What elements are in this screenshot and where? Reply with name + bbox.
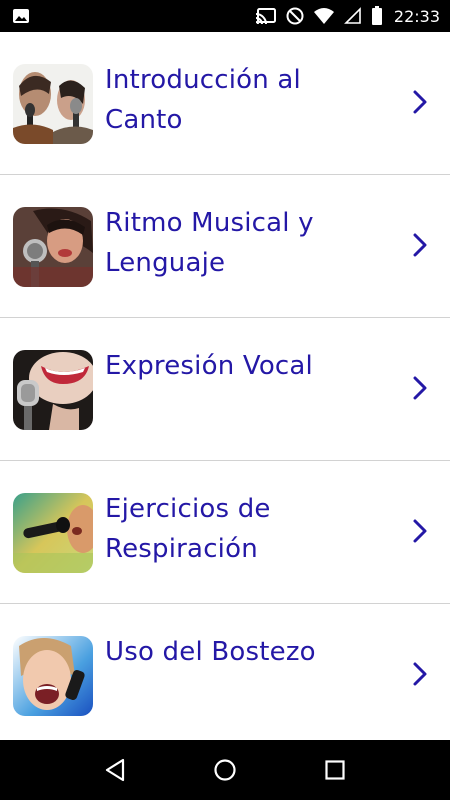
image-icon: [12, 7, 30, 25]
lesson-title: Introducción al Canto: [105, 65, 301, 135]
singers-microphone-thumbnail: [13, 64, 93, 144]
clock: 22:33: [393, 6, 440, 26]
no-signal-icon: [343, 7, 362, 25]
chevron-right-icon[interactable]: [408, 230, 432, 260]
woman-singer-thumbnail: [13, 207, 93, 287]
lesson-item-introduccion[interactable]: Introducción al Canto: [0, 32, 450, 175]
lesson-item-bostezo[interactable]: Uso del Bostezo: [0, 604, 450, 740]
back-icon[interactable]: [95, 750, 135, 790]
lesson-item-ritmo[interactable]: Ritmo Musical y Lenguaje: [0, 175, 450, 318]
lesson-title: Ritmo Musical y Lenguaje: [105, 208, 314, 278]
wifi-icon: [313, 7, 335, 25]
lesson-title: Expresión Vocal: [105, 351, 313, 381]
cast-icon: [255, 7, 277, 25]
recents-icon[interactable]: [315, 750, 355, 790]
smiling-singer-microphone-thumbnail: [13, 350, 93, 430]
chevron-right-icon[interactable]: [408, 659, 432, 689]
lesson-list: Introducción al Canto Ritmo Musical y Le…: [0, 32, 450, 740]
chevron-right-icon[interactable]: [408, 516, 432, 546]
navigation-bar: [0, 740, 450, 800]
lesson-title: Uso del Bostezo: [105, 637, 316, 667]
microphone-breathing-thumbnail: [13, 493, 93, 573]
status-bar: 22:33: [0, 0, 450, 32]
battery-icon: [371, 6, 383, 26]
home-icon[interactable]: [205, 750, 245, 790]
chevron-right-icon[interactable]: [408, 87, 432, 117]
girl-singing-thumbnail: [13, 636, 93, 716]
lesson-title: Ejercicios de Respiración: [105, 494, 271, 564]
lesson-item-respiracion[interactable]: Ejercicios de Respiración: [0, 461, 450, 604]
lesson-item-expresion[interactable]: Expresión Vocal: [0, 318, 450, 461]
chevron-right-icon[interactable]: [408, 373, 432, 403]
do-not-disturb-icon: [286, 7, 304, 25]
